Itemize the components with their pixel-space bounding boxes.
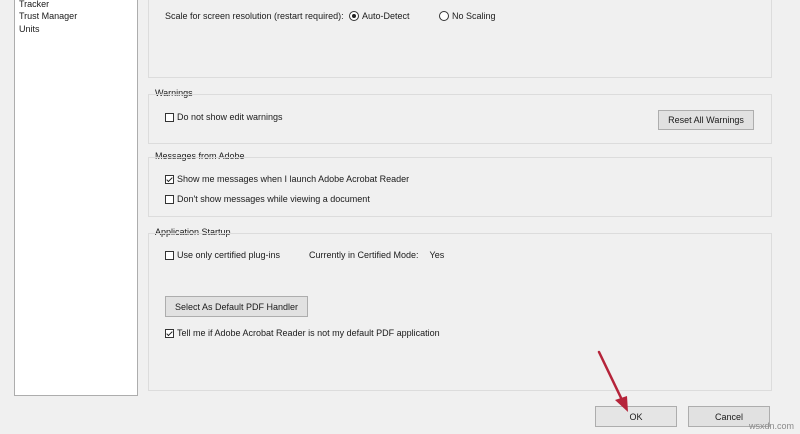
scale-no-scaling-radio[interactable]: No Scaling bbox=[439, 11, 496, 21]
show-messages-on-launch-checkbox[interactable]: Show me messages when I launch Adobe Acr… bbox=[165, 174, 409, 184]
certified-plugins-checkbox[interactable]: Use only certified plug-ins bbox=[165, 250, 280, 260]
messages-group bbox=[148, 157, 772, 217]
certified-mode-label: Currently in Certified Mode: bbox=[309, 250, 419, 260]
checkbox-label: Use only certified plug-ins bbox=[177, 250, 281, 260]
scale-auto-detect-radio[interactable]: Auto-Detect bbox=[349, 11, 410, 21]
sidebar-item-units[interactable]: Units bbox=[19, 24, 40, 34]
checkbox-icon[interactable] bbox=[165, 112, 174, 122]
sidebar-item-trust-manager[interactable]: Trust Manager bbox=[19, 11, 77, 21]
checkbox-label: Tell me if Adobe Acrobat Reader is not m… bbox=[177, 328, 440, 338]
checkbox-checked-icon[interactable] bbox=[165, 328, 174, 338]
preferences-category-list[interactable]: Tracker Trust Manager Units bbox=[14, 0, 138, 396]
do-not-show-edit-warnings-checkbox[interactable]: Do not show edit warnings bbox=[165, 112, 283, 122]
annotation-arrow-icon bbox=[597, 350, 628, 412]
radio-selected-icon[interactable] bbox=[349, 11, 359, 21]
checkbox-label: Show me messages when I launch Adobe Acr… bbox=[177, 174, 410, 184]
dont-show-messages-viewing-checkbox[interactable]: Don't show messages while viewing a docu… bbox=[165, 194, 370, 204]
watermark: wsxdn.com bbox=[748, 421, 794, 431]
certified-mode-value: Yes bbox=[429, 250, 445, 260]
scale-row: Scale for screen resolution (restart req… bbox=[165, 11, 344, 21]
select-default-pdf-handler-button[interactable]: Select As Default PDF Handler bbox=[165, 296, 308, 317]
tell-me-default-pdf-checkbox[interactable]: Tell me if Adobe Acrobat Reader is not m… bbox=[165, 328, 440, 338]
radio-label: Auto-Detect bbox=[362, 11, 410, 21]
checkbox-icon[interactable] bbox=[165, 250, 174, 260]
radio-unselected-icon[interactable] bbox=[439, 11, 449, 21]
certified-mode-status: Currently in Certified Mode: Yes bbox=[309, 250, 444, 260]
checkbox-icon[interactable] bbox=[165, 194, 174, 204]
radio-label: No Scaling bbox=[452, 11, 496, 21]
scale-label: Scale for screen resolution (restart req… bbox=[165, 11, 344, 21]
sidebar-item-tracker[interactable]: Tracker bbox=[19, 0, 49, 9]
checkbox-checked-icon[interactable] bbox=[165, 174, 174, 184]
checkbox-label: Don't show messages while viewing a docu… bbox=[177, 194, 370, 204]
checkbox-label: Do not show edit warnings bbox=[177, 112, 283, 122]
reset-all-warnings-button[interactable]: Reset All Warnings bbox=[658, 110, 754, 130]
